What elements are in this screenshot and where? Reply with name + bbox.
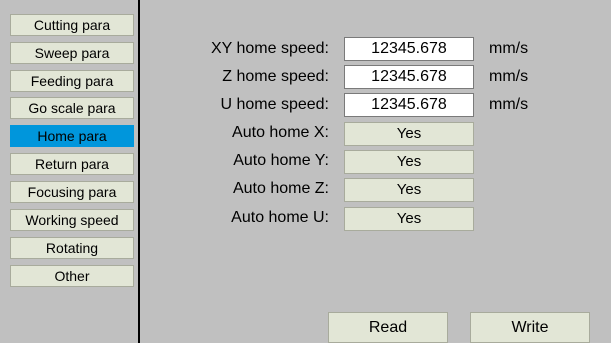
- sidebar-item-rotating[interactable]: Rotating: [10, 237, 134, 259]
- sidebar-item-other[interactable]: Other: [10, 265, 134, 287]
- auto-home-z-toggle[interactable]: Yes: [344, 178, 474, 202]
- u-home-speed-label: U home speed:: [220, 96, 329, 113]
- auto-home-y-toggle[interactable]: Yes: [344, 150, 474, 174]
- sidebar-item-working-speed[interactable]: Working speed: [10, 209, 134, 231]
- auto-home-x-toggle[interactable]: Yes: [344, 122, 474, 146]
- control-panel-screen: Cutting para Sweep para Feeding para Go …: [0, 0, 611, 343]
- sidebar-item-feeding-para[interactable]: Feeding para: [10, 70, 134, 92]
- xy-home-speed-field[interactable]: [344, 37, 474, 61]
- auto-home-y-label: Auto home Y:: [233, 152, 329, 169]
- u-home-speed-unit: mm/s: [489, 96, 529, 113]
- sidebar-item-go-scale-para[interactable]: Go scale para: [10, 97, 134, 119]
- u-home-speed-field[interactable]: [344, 93, 474, 117]
- sidebar-item-sweep-para[interactable]: Sweep para: [10, 42, 134, 64]
- auto-home-u-toggle[interactable]: Yes: [344, 207, 474, 231]
- sidebar: Cutting para Sweep para Feeding para Go …: [0, 0, 140, 343]
- z-home-speed-label: Z home speed:: [222, 68, 329, 85]
- home-para-panel: XY home speed: mm/s Z home speed: mm/s U…: [140, 0, 611, 343]
- sidebar-item-cutting-para[interactable]: Cutting para: [10, 14, 134, 36]
- xy-home-speed-label: XY home speed:: [210, 40, 329, 57]
- read-button[interactable]: Read: [328, 312, 448, 343]
- write-button[interactable]: Write: [470, 312, 590, 343]
- sidebar-item-focusing-para[interactable]: Focusing para: [10, 181, 134, 203]
- auto-home-x-label: Auto home X:: [232, 124, 329, 141]
- sidebar-item-home-para[interactable]: Home para: [10, 125, 134, 147]
- auto-home-z-label: Auto home Z:: [232, 180, 329, 197]
- sidebar-item-return-para[interactable]: Return para: [10, 153, 134, 175]
- z-home-speed-unit: mm/s: [489, 68, 529, 85]
- z-home-speed-field[interactable]: [344, 65, 474, 89]
- xy-home-speed-unit: mm/s: [489, 40, 529, 57]
- auto-home-u-label: Auto home U:: [231, 209, 329, 226]
